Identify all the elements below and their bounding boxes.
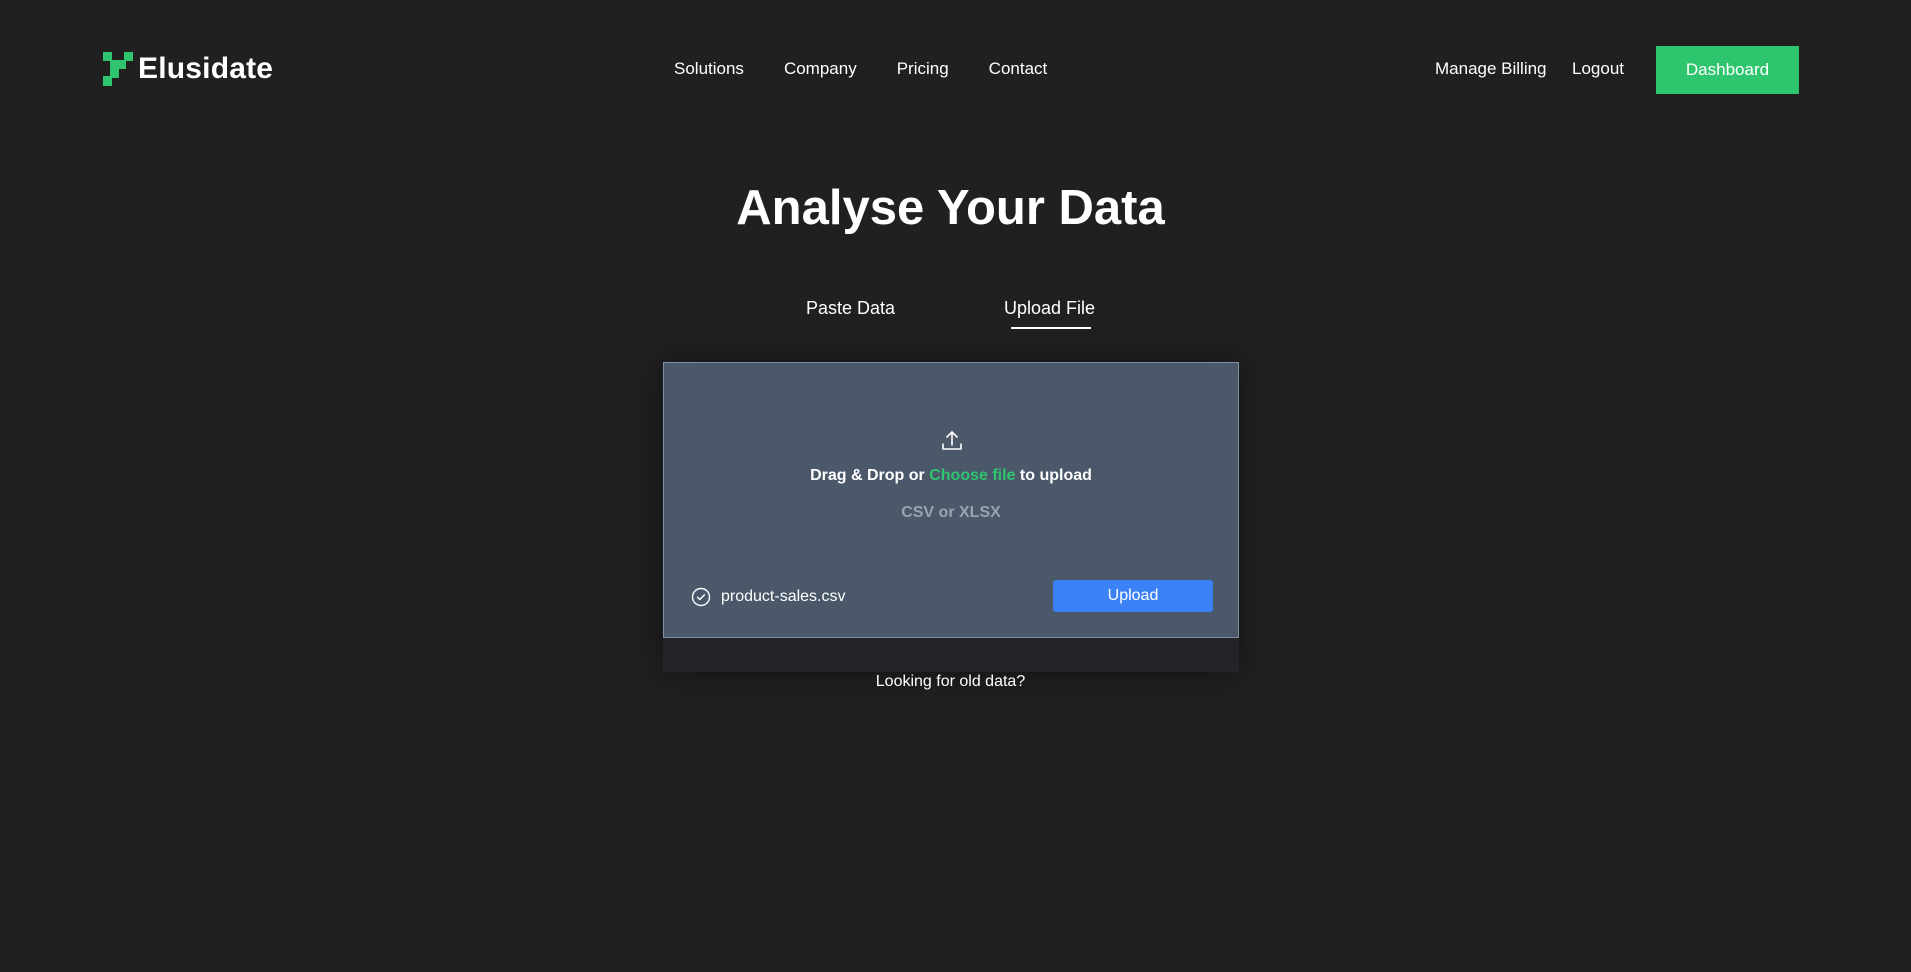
- logo[interactable]: Elusidate: [103, 52, 273, 86]
- dashboard-button[interactable]: Dashboard: [1656, 46, 1799, 94]
- primary-nav: Solutions Company Pricing Contact: [674, 59, 1047, 79]
- check-circle-icon: [691, 587, 711, 607]
- manage-billing-link[interactable]: Manage Billing: [1435, 59, 1547, 79]
- old-data-link[interactable]: Looking for old data?: [0, 673, 1901, 691]
- dropzone-text-before: Drag & Drop or: [810, 467, 930, 484]
- dropzone-text-after: to upload: [1015, 467, 1092, 484]
- active-tab-indicator: [1011, 327, 1091, 329]
- nav-link-contact[interactable]: Contact: [989, 59, 1048, 79]
- upload-icon: [942, 431, 962, 450]
- selected-file: product-sales.csv: [691, 587, 846, 607]
- dropzone-instructions: Drag & Drop or Choose file to upload: [664, 467, 1238, 485]
- tab-paste-data[interactable]: Paste Data: [806, 298, 895, 319]
- choose-file-link[interactable]: Choose file: [929, 467, 1015, 484]
- page-title: Analyse Your Data: [736, 181, 1165, 235]
- nav-link-solutions[interactable]: Solutions: [674, 59, 744, 79]
- brand-name: Elusidate: [138, 52, 274, 85]
- file-dropzone[interactable]: Drag & Drop or Choose file to upload CSV…: [663, 362, 1239, 638]
- nav-link-pricing[interactable]: Pricing: [897, 59, 949, 79]
- logo-icon: [103, 52, 133, 86]
- selected-file-name: product-sales.csv: [721, 588, 846, 605]
- upload-button[interactable]: Upload: [1053, 580, 1213, 612]
- tab-upload-file[interactable]: Upload File: [1004, 298, 1095, 319]
- nav-link-company[interactable]: Company: [784, 59, 857, 79]
- accepted-formats: CSV or XLSX: [901, 504, 1001, 521]
- top-navbar: Elusidate Solutions Company Pricing Cont…: [0, 0, 1911, 140]
- logout-link[interactable]: Logout: [1572, 59, 1624, 79]
